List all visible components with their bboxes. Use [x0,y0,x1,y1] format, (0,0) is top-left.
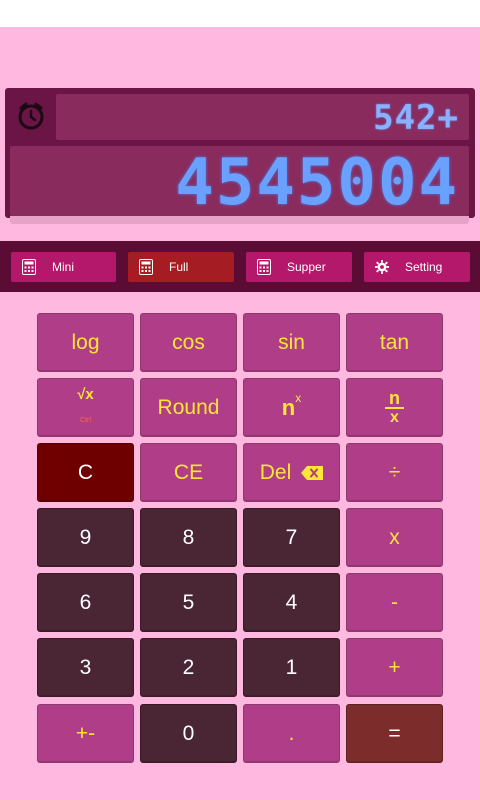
history-expression: 542+ [373,98,459,138]
tan-button[interactable]: tan [346,313,443,372]
clear-entry-label: CE [173,460,204,484]
log-label: log [71,330,100,354]
status-bar [0,0,480,27]
digit-6-button[interactable]: 6 [37,573,134,632]
tan-label: tan [379,330,410,354]
delete-label: Del [259,460,292,484]
history-clock-icon[interactable] [14,98,48,134]
decimal-button[interactable]: . [243,704,340,763]
divide-button[interactable]: ÷ [346,443,443,502]
calculator-icon [22,259,36,275]
digit-1-button[interactable]: 1 [243,638,340,697]
history-screen: 542+ [56,94,469,140]
digit-1-label: 1 [285,655,298,679]
digit-7-label: 7 [285,525,298,549]
plus-button[interactable]: + [346,638,443,697]
power-button[interactable]: nx [243,378,340,437]
digit-3-label: 3 [79,655,92,679]
sqrt-button[interactable]: √x Ctrl [37,378,134,437]
clear-label: C [77,460,94,484]
delete-button[interactable]: Del [243,443,340,502]
digit-6-label: 6 [79,590,92,614]
tab-setting[interactable]: Setting [364,252,470,282]
digit-0-label: 0 [182,721,195,745]
fraction-denominator: x [390,408,399,426]
round-label: Round [157,395,220,419]
digit-7-button[interactable]: 7 [243,508,340,567]
tab-mini-label: Mini [52,260,75,274]
digit-0-button[interactable]: 0 [140,704,237,763]
multiply-label: x [389,525,400,549]
plus-label: + [388,655,401,679]
tab-setting-label: Setting [405,260,443,274]
plus-minus-button[interactable]: +- [37,704,134,763]
digit-8-label: 8 [182,525,195,549]
digit-2-button[interactable]: 2 [140,638,237,697]
sin-button[interactable]: sin [243,313,340,372]
digit-9-button[interactable]: 9 [37,508,134,567]
sin-label: sin [278,330,305,354]
digit-4-button[interactable]: 4 [243,573,340,632]
power-exponent: x [295,390,302,405]
tab-full-label: Full [169,260,189,274]
decimal-label: . [288,721,295,745]
digit-4-label: 4 [285,590,298,614]
digit-3-button[interactable]: 3 [37,638,134,697]
plus-minus-label: +- [75,721,96,745]
calculator-icon [139,259,153,275]
sqrt-label: √x [77,385,94,403]
calculator-icon [257,259,271,275]
log-button[interactable]: log [37,313,134,372]
minus-label: - [391,590,398,614]
divide-label: ÷ [388,460,401,484]
digit-8-button[interactable]: 8 [140,508,237,567]
digit-9-label: 9 [79,525,92,549]
power-base: n [281,394,296,420]
fraction-button[interactable]: n x [346,378,443,437]
fraction-numerator: n [385,389,404,409]
sqrt-sub-label: Ctrl [80,416,91,424]
result-value: 4545004 [175,146,459,220]
equals-label: = [388,721,401,745]
digit-2-label: 2 [182,655,195,679]
digit-5-label: 5 [182,590,195,614]
cos-label: cos [172,330,205,354]
result-screen: 4545004 [10,146,469,220]
clear-entry-button[interactable]: CE [140,443,237,502]
equals-button[interactable]: = [346,704,443,763]
multiply-button[interactable]: x [346,508,443,567]
round-button[interactable]: Round [140,378,237,437]
cos-button[interactable]: cos [140,313,237,372]
tab-supper-label: Supper [287,260,326,274]
power-label: nx [281,391,301,421]
tab-supper[interactable]: Supper [246,252,352,282]
minus-button[interactable]: - [346,573,443,632]
backspace-icon [301,465,324,480]
tab-full[interactable]: Full [128,252,234,282]
tab-mini[interactable]: Mini [11,252,116,282]
gear-icon [375,259,389,275]
digit-5-button[interactable]: 5 [140,573,237,632]
display-shadow [10,216,469,224]
fraction-label: n x [385,389,404,427]
clear-button[interactable]: C [37,443,134,502]
